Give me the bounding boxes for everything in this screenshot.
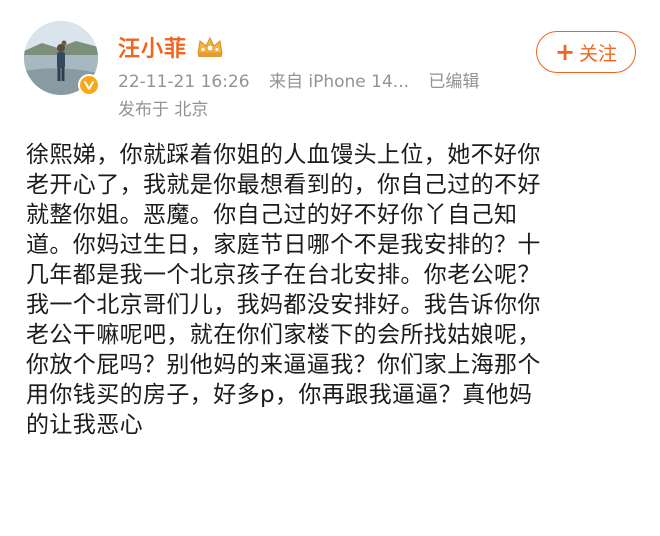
verified-badge-icon (78, 74, 100, 96)
vip-crown-icon[interactable] (195, 35, 225, 59)
post-text-line: 老开心了，我就是你最想看到的，你自己过的不好 (26, 172, 541, 198)
post-location: 发布于 北京 (118, 100, 209, 120)
post-text-line: 用你钱买的房子，好多p，你再跟我逼逼？真他妈 (26, 382, 533, 408)
post-text-line: 你放个屁吗？别他妈的来逼逼我？你们家上海那个 (26, 352, 541, 378)
avatar[interactable] (24, 21, 100, 96)
post-text-line: 就整你姐。恶魔。你自己过的好不好你丫自己知 (26, 202, 518, 228)
post-source[interactable]: 来自 iPhone 14... (269, 72, 409, 92)
post-text-line: 徐熙娣，你就踩着你姐的人血馒头上位，她不好你 (26, 142, 541, 168)
post-text: 徐熙娣，你就踩着你姐的人血馒头上位，她不好你 老开心了，我就是你最想看到的，你自… (26, 140, 638, 440)
name-row: 汪小菲 (118, 30, 225, 64)
edited-label[interactable]: 已编辑 (428, 72, 479, 92)
follow-button[interactable]: + 关注 (536, 31, 636, 73)
post-header: 汪小菲 22-11-21 16:26 来自 iPhone 14... 已编辑 发… (0, 0, 660, 130)
post-text-line: 道。你妈过生日，家庭节日哪个不是我安排的？十 (26, 232, 541, 258)
plus-icon: + (554, 38, 576, 66)
post-text-line: 老公干嘛呢吧，就在你们家楼下的会所找姑娘呢， (26, 322, 541, 348)
post-timestamp: 22-11-21 16:26 (118, 72, 250, 92)
post-text-line: 的让我恶心 (26, 412, 143, 438)
user-name[interactable]: 汪小菲 (118, 31, 187, 63)
post-text-line: 我一个北京哥们儿，我妈都没安排好。我告诉你你 (26, 292, 541, 318)
post-meta: 22-11-21 16:26 来自 iPhone 14... 已编辑 (118, 67, 479, 92)
post-text-line: 几年都是我一个北京孩子在台北安排。你老公呢？ (26, 262, 541, 288)
follow-label: 关注 (579, 42, 618, 65)
